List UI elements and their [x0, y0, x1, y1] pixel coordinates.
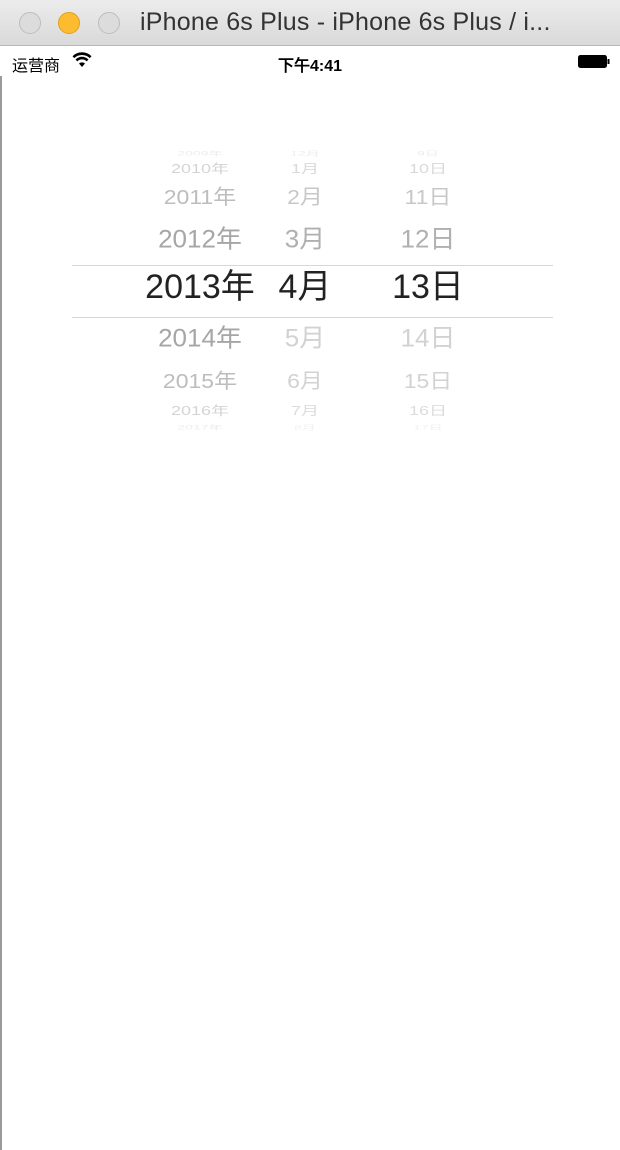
year-option[interactable]: 2014年 — [120, 325, 280, 350]
year-wheel[interactable]: 2009年 2010年 2011年 2012年 2013年 2014年 2015年 2016年… — [120, 140, 280, 440]
status-bar: 运营商 下午4:41 — [0, 46, 620, 76]
selected-day-option[interactable]: 13日 — [378, 270, 478, 304]
day-option[interactable]: 14日 — [378, 325, 478, 350]
month-option[interactable]: 7月 — [270, 405, 340, 418]
simulator-window: iPhone 6s Plus - iPhone 6s Plus / i... 运… — [0, 0, 620, 1150]
title-bar: iPhone 6s Plus - iPhone 6s Plus / i... — [0, 0, 620, 46]
month-option[interactable]: 6月 — [270, 371, 340, 391]
day-option[interactable]: 9日 — [378, 150, 478, 156]
selected-year-option[interactable]: 2013年 — [120, 270, 280, 304]
day-option[interactable]: 12日 — [378, 226, 478, 251]
minimize-window-button[interactable] — [58, 12, 80, 34]
day-option[interactable]: 11日 — [378, 187, 478, 207]
month-wheel[interactable]: 12月 1月 2月 3月 4月 5月 6月 7月 8月 — [270, 140, 340, 440]
battery-icon — [578, 55, 610, 68]
window-title: iPhone 6s Plus - iPhone 6s Plus / i... — [140, 8, 551, 36]
day-option[interactable]: 10日 — [378, 163, 478, 176]
year-option[interactable]: 2012年 — [120, 226, 280, 251]
month-option[interactable]: 8月 — [270, 424, 340, 430]
month-option[interactable]: 1月 — [270, 163, 340, 176]
year-option[interactable]: 2017年 — [120, 424, 280, 430]
year-option[interactable]: 2010年 — [120, 163, 280, 176]
close-window-button[interactable] — [19, 12, 41, 34]
day-wheel[interactable]: 9日 10日 11日 12日 13日 14日 15日 16日 17日 — [378, 140, 478, 440]
status-time: 下午4:41 — [277, 58, 343, 75]
date-picker[interactable]: 2009年 2010年 2011年 2012年 2013年 2014年 2015年 2016年… — [0, 140, 620, 440]
day-option[interactable]: 17日 — [378, 424, 478, 430]
month-option[interactable]: 5月 — [270, 325, 340, 350]
day-option[interactable]: 15日 — [378, 371, 478, 391]
zoom-window-button[interactable] — [98, 12, 120, 34]
year-option[interactable]: 2015年 — [120, 371, 280, 391]
month-option[interactable]: 2月 — [270, 187, 340, 207]
year-option[interactable]: 2011年 — [120, 187, 280, 207]
year-option[interactable]: 2016年 — [120, 405, 280, 418]
day-option[interactable]: 16日 — [378, 405, 478, 418]
selected-month-option[interactable]: 4月 — [270, 270, 340, 304]
month-option[interactable]: 3月 — [270, 226, 340, 251]
month-option[interactable]: 12月 — [270, 150, 340, 156]
year-option[interactable]: 2009年 — [120, 150, 280, 156]
